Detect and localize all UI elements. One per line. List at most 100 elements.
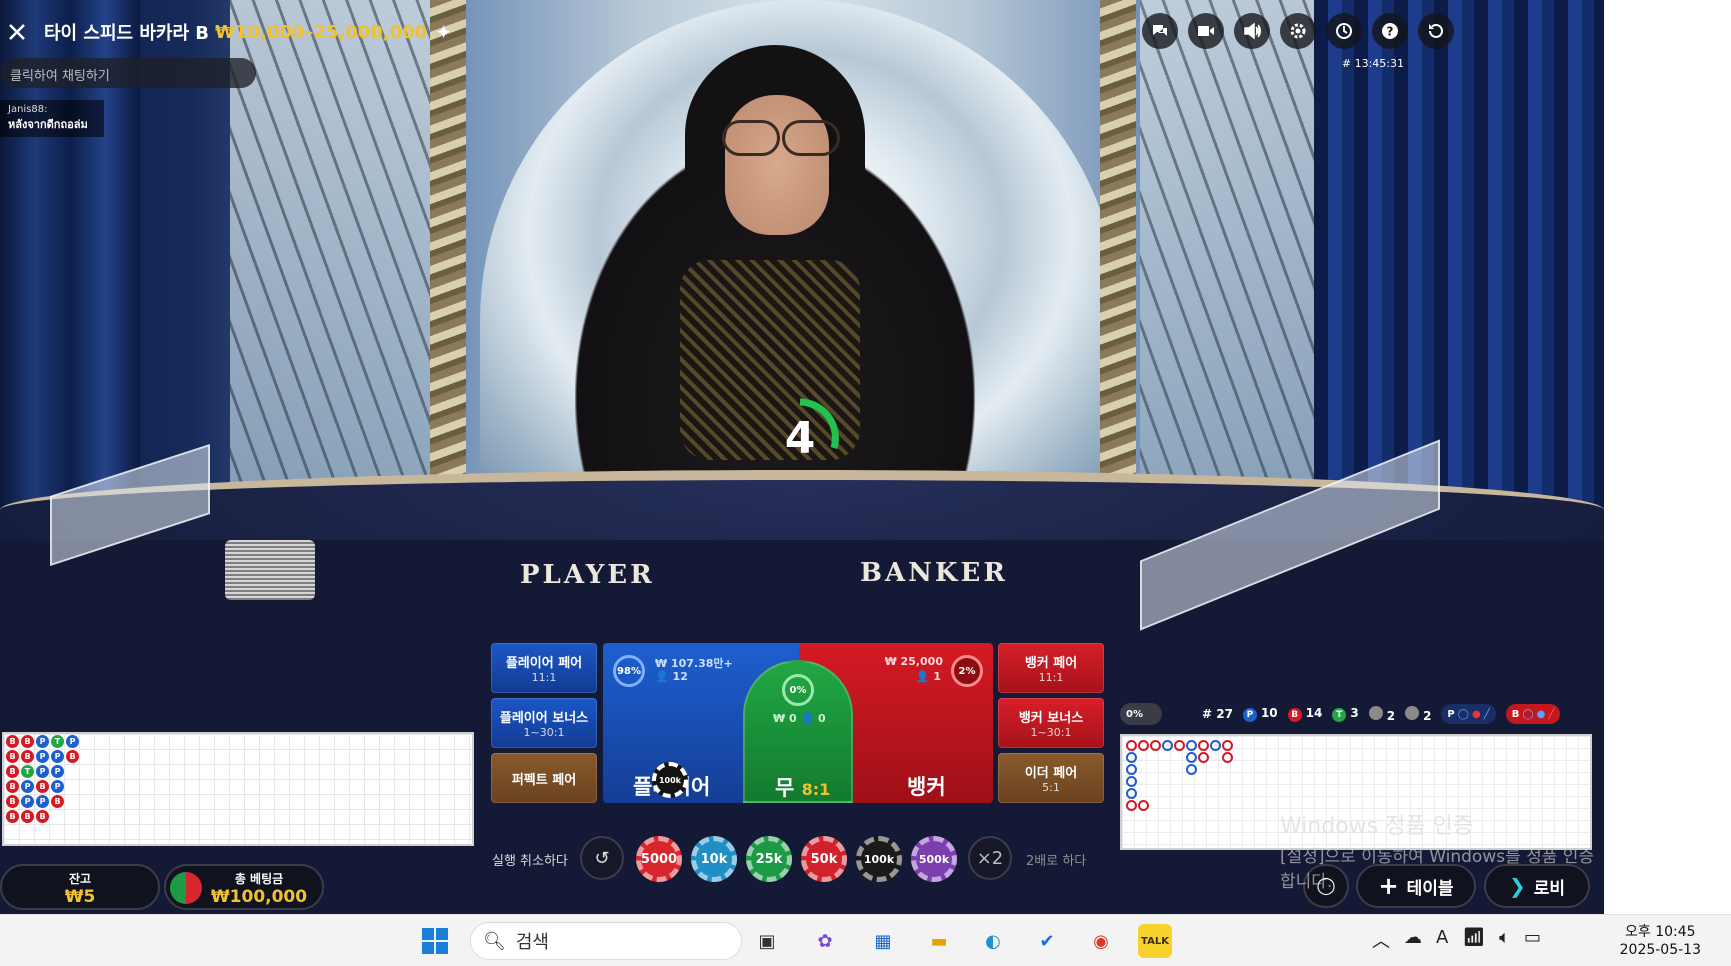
bead-p: P [36,795,49,808]
close-button[interactable] [0,15,34,49]
chip-100k[interactable]: 100k [856,836,902,882]
taskbar-clock[interactable]: 오후 10:45 2025-05-13 [1620,923,1701,959]
bead-b: B [6,765,19,778]
tie-percent: 0% [782,674,814,706]
player-bonus-label: 플레이어 보너스 [499,711,589,726]
placed-chip[interactable]: 100k [652,762,688,798]
speaker-icon[interactable]: 🔈︎ [1499,927,1510,953]
left-pillar [430,0,466,520]
player-pair-odds: 11:1 [531,671,557,684]
slash-icon: ╱ [1483,708,1490,720]
bead-b: B [36,810,49,823]
top-toolbar: ? [1142,13,1454,49]
help-button[interactable]: ? [1372,13,1408,49]
player-percent-value: 98 [617,665,631,677]
tie-label: 무 8:1 [775,772,830,802]
player-bonus-bet[interactable]: 플레이어 보너스 1~30:1 [491,698,597,748]
player-wins: P 10 [1242,706,1278,722]
balance-label: 잔고 [68,872,92,886]
chip-label: 5000 [640,851,678,867]
tie-wins-value: 3 [1350,706,1359,720]
road-mark [1126,752,1137,763]
shoe-stats: 0% # 27 P 10 B 14 T3 2 2 P ◯ ● ╱ B ◯ ● ╱ [1120,702,1594,726]
store-button[interactable]: ▦ [866,924,900,958]
settings-button[interactable] [1280,13,1316,49]
bead-p: P [36,735,49,748]
undo-label[interactable]: 실행 취소하다 [492,850,568,869]
undo-button[interactable]: ↺ [580,836,624,880]
favorite-star-icon[interactable]: ✦ [435,20,452,44]
bead-b: B [6,750,19,763]
wifi-icon[interactable]: 📶︎ [1462,927,1485,953]
bead-b: B [51,795,64,808]
task-view-button[interactable]: ▣ [750,924,784,958]
chip-5000[interactable]: 5000 [636,836,682,882]
taskbar-search[interactable]: 🔍︎ 검색 [470,922,742,960]
volume-button[interactable] [1234,13,1270,49]
video-button[interactable] [1188,13,1224,49]
refresh-button[interactable] [1418,13,1454,49]
start-button[interactable] [418,924,452,958]
volume-icon [1244,22,1261,40]
perfect-pair-label: 퍼펙트 페어 [511,772,577,788]
cloud-icon[interactable]: ☁ [1404,927,1422,953]
edge-button[interactable]: ◐ [976,924,1010,958]
card-stack [225,540,315,600]
stats-percent[interactable]: 0% [1120,703,1162,725]
slash-icon: ╱ [1548,708,1555,720]
windows-activation-text: [설정]으로 이동하여 Windows를 정품 인증합니다. [1280,847,1595,892]
dealer-glasses [708,120,848,160]
chat-button[interactable] [1142,13,1178,49]
search-label: 검색 [515,932,549,953]
road-mark [1222,740,1233,751]
either-pair-odds: 5:1 [1042,781,1060,794]
dot-icon: ● [1536,708,1546,720]
bead-p: P [36,765,49,778]
chat-message: Janis88: หลังจากดีกถอล่ม [0,100,104,137]
road-mark [1222,752,1233,763]
chat-icon [1153,25,1167,36]
title-bar: 타이 스피드 바카라 B ₩10,000–25,000,000 ✦ [0,14,452,50]
checkmark-icon: ✔ [1039,930,1055,952]
chip-25k[interactable]: 25k [746,836,792,882]
chat-text: หลังจากดีกถอล่ม [8,118,88,131]
banker-dot-icon: B [1287,708,1302,722]
chip-label: 25k [755,851,783,867]
player-pair-bet[interactable]: 플레이어 페어 11:1 [491,643,597,693]
either-pair-bet[interactable]: 이더 페어 5:1 [998,753,1104,803]
road-mark [1186,752,1197,763]
system-tray: ︿ ☁ A 📶︎ 🔈︎ ▭ [1372,927,1541,953]
battery-icon[interactable]: ▭ [1524,927,1541,953]
ime-icon[interactable]: A [1436,927,1448,953]
bead-b: B [21,750,34,763]
kakaotalk-icon: TALK [1141,935,1169,947]
history-button[interactable] [1326,13,1362,49]
bet-range: ₩10,000–25,000,000 [215,21,428,43]
copilot-button[interactable]: ✿ [808,924,842,958]
banker-prediction[interactable]: B ◯ ● ╱ [1505,704,1561,724]
kakaotalk-button[interactable]: TALK [1138,924,1172,958]
total-bet-label: 총 베팅금 [234,872,284,886]
banker-bonus-bet[interactable]: 뱅커 보너스 1~30:1 [998,698,1104,748]
chip-50k[interactable]: 50k [801,836,847,882]
perfect-pair-bet[interactable]: 퍼펙트 페어 [491,753,597,803]
user-icon: 👤 [915,670,930,683]
banker-pair-bet[interactable]: 뱅커 페어 11:1 [998,643,1104,693]
file-explorer-button[interactable]: ▬ [922,924,956,958]
bead-p: P [21,795,34,808]
chip-500k[interactable]: 500k [911,836,957,882]
player-prediction[interactable]: P ◯ ● ╱ [1441,704,1496,724]
chat-input[interactable]: 클릭하여 채팅하기 [0,58,256,88]
chip-10k[interactable]: 10k [691,836,737,882]
chevron-up-icon[interactable]: ︿ [1372,927,1390,953]
tie-bet-area[interactable]: 0% ₩ 0 👤 0 무 8:1 [743,660,853,803]
road-mark [1126,776,1137,787]
windows-activation-title: Windows 정품 인증 [1280,814,1474,839]
chrome-button[interactable]: ◉ [1084,924,1118,958]
bead-road[interactable]: BBBBBBBBTPPBPPPBPBTPPPBPB [2,732,474,846]
balance-box: 잔고 ₩5 [0,864,160,910]
todo-button[interactable]: ✔ [1030,924,1064,958]
store-icon: ▦ [874,930,892,952]
double-button[interactable]: ×2 [968,836,1012,880]
balance-value: ₩5 [64,887,96,907]
